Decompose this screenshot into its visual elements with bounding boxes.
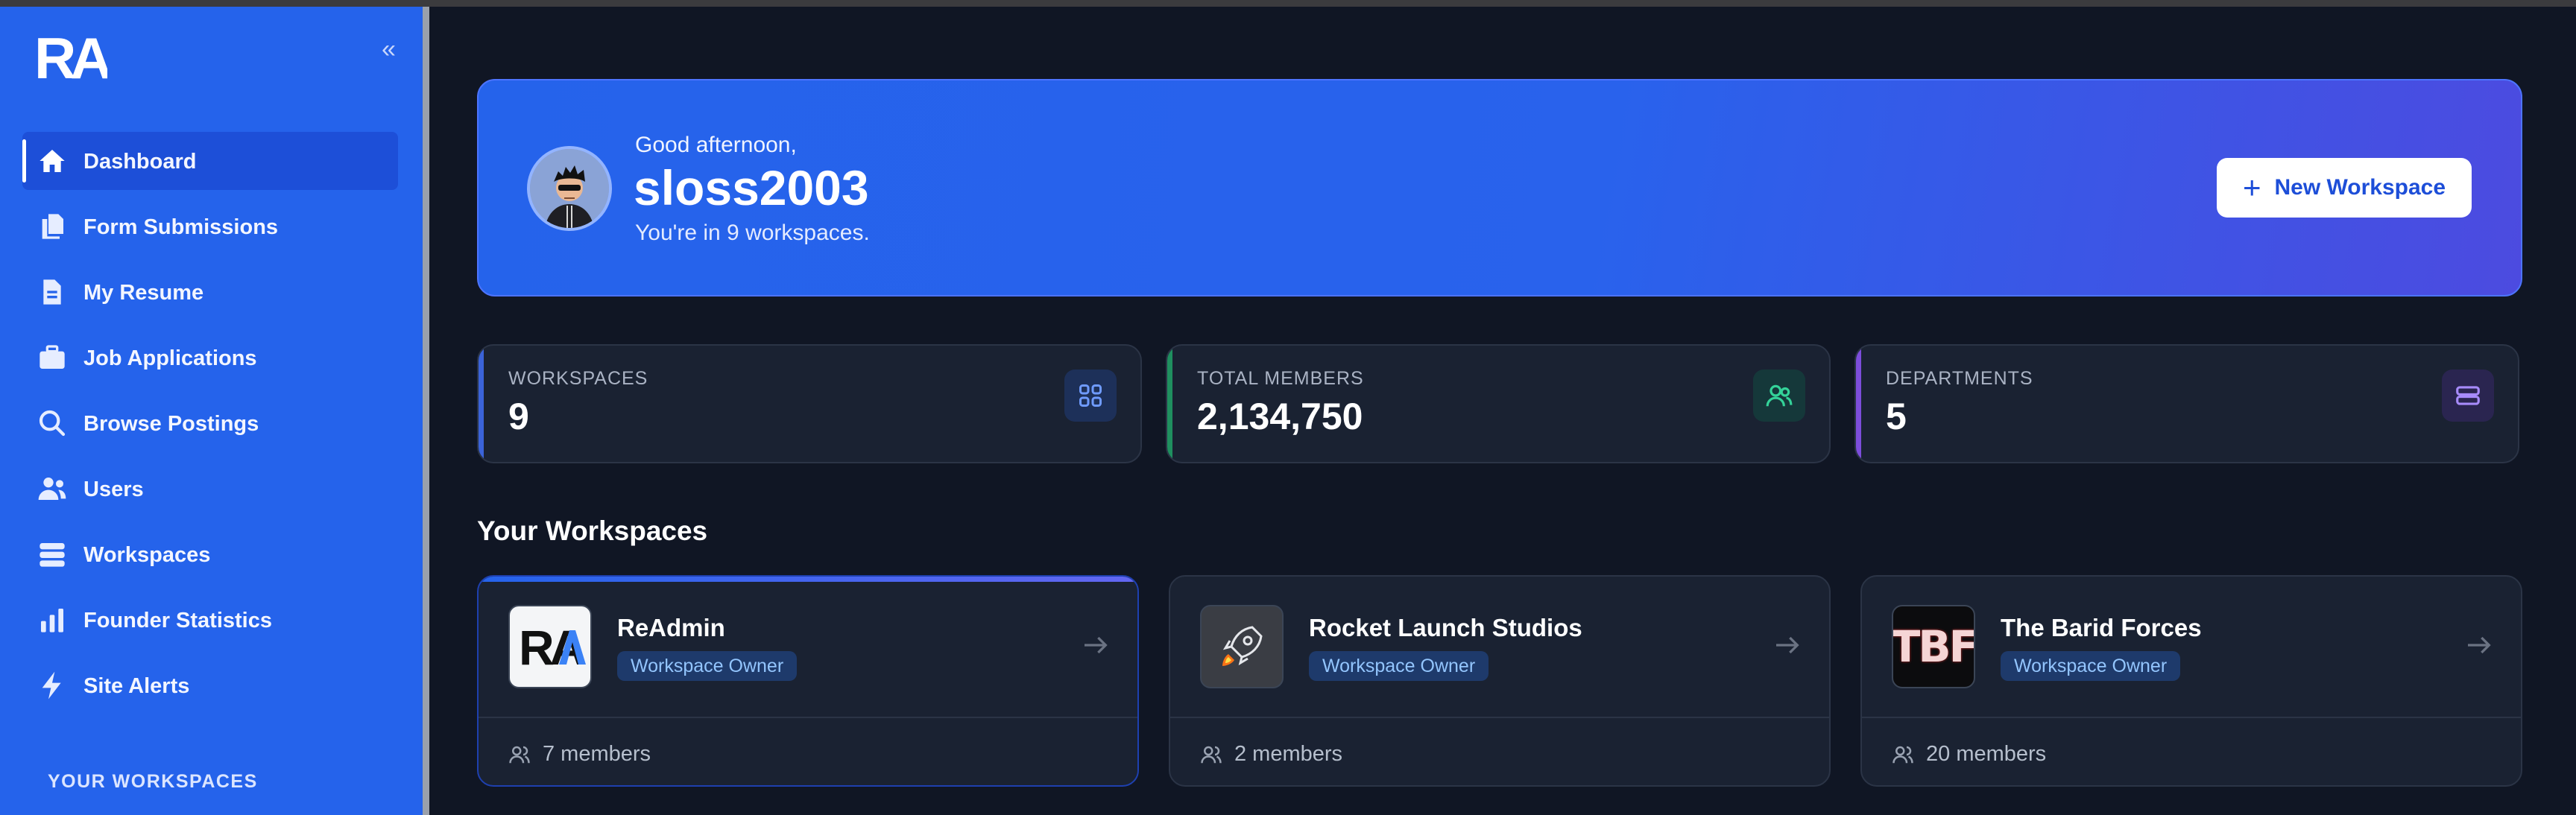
plus-icon: + bbox=[2242, 170, 2261, 205]
sidebar-item-label: Dashboard bbox=[83, 150, 197, 174]
workspace-card-rocket-launch-studios[interactable]: Rocket Launch Studios Workspace Owner 2 … bbox=[1169, 575, 1831, 787]
grid-icon bbox=[1064, 370, 1117, 422]
database-icon bbox=[40, 543, 65, 567]
username-heading: sloss2003 bbox=[634, 160, 869, 215]
workspace-card-readmin[interactable]: RA ReAdmin Workspace Owner 7 members bbox=[477, 575, 1139, 787]
window-top-bar bbox=[0, 0, 2576, 7]
sidebar-item-site-alerts[interactable]: Site Alerts bbox=[22, 656, 398, 714]
arrow-right-icon[interactable] bbox=[1772, 630, 1802, 660]
sidebar-item-browse-postings[interactable]: Browse Postings bbox=[22, 394, 398, 452]
workspace-count-text: You're in 9 workspaces. bbox=[635, 221, 870, 245]
database-icon bbox=[2442, 370, 2494, 422]
home-icon bbox=[40, 150, 65, 172]
stat-label: TOTAL MEMBERS bbox=[1197, 368, 1364, 389]
member-count-text: 7 members bbox=[543, 742, 651, 766]
sidebar-item-my-resume[interactable]: My Resume bbox=[22, 263, 398, 321]
new-workspace-label: New Workspace bbox=[2274, 175, 2446, 200]
your-workspaces-heading: Your Workspaces bbox=[477, 516, 708, 546]
sidebar-item-label: My Resume bbox=[83, 281, 204, 305]
users-icon bbox=[1201, 746, 1222, 763]
stat-card-departments: DEPARTMENTS 5 bbox=[1854, 344, 2519, 463]
new-workspace-button[interactable]: + New Workspace bbox=[2217, 158, 2472, 218]
workspace-logo: TBF bbox=[1892, 605, 1975, 688]
member-count: 2 members bbox=[1200, 742, 1342, 767]
sidebar-item-job-applications[interactable]: Job Applications bbox=[22, 329, 398, 387]
selected-indicator bbox=[479, 577, 1137, 582]
stat-value: 5 bbox=[1886, 396, 1907, 437]
card-divider bbox=[479, 717, 1137, 718]
stat-value: 9 bbox=[508, 396, 529, 437]
documents-icon bbox=[42, 214, 63, 239]
member-count-text: 20 members bbox=[1926, 742, 2047, 766]
welcome-banner: Good afternoon, sloss2003 You're in 9 wo… bbox=[477, 79, 2522, 296]
app-logo[interactable]: RA bbox=[34, 25, 117, 91]
briefcase-icon bbox=[40, 345, 65, 369]
svg-text:RA: RA bbox=[34, 31, 107, 84]
role-badge: Workspace Owner bbox=[617, 651, 798, 681]
arrow-right-icon[interactable] bbox=[1081, 630, 1111, 660]
member-count: 20 members bbox=[1892, 742, 2046, 767]
stat-accent-bar bbox=[1856, 346, 1861, 462]
sidebar-item-label: Browse Postings bbox=[83, 412, 259, 436]
workspace-card-the-barid-forces[interactable]: TBF The Barid Forces Workspace Owner 20 … bbox=[1860, 575, 2522, 787]
stat-value: 2,134,750 bbox=[1197, 396, 1363, 437]
stat-label: WORKSPACES bbox=[508, 368, 648, 389]
stat-accent-bar bbox=[1167, 346, 1172, 462]
users-icon bbox=[38, 478, 66, 500]
sidebar-item-form-submissions[interactable]: Form Submissions bbox=[22, 197, 398, 256]
sidebar-item-label: Workspaces bbox=[83, 543, 211, 567]
role-badge: Workspace Owner bbox=[2001, 651, 2181, 681]
collapse-sidebar-icon[interactable]: « bbox=[382, 37, 396, 62]
member-count-text: 2 members bbox=[1234, 742, 1343, 766]
avatar[interactable] bbox=[527, 146, 612, 231]
users-icon bbox=[1753, 370, 1805, 422]
sidebar-item-dashboard[interactable]: Dashboard bbox=[22, 132, 398, 190]
workspace-name: The Barid Forces bbox=[2001, 614, 2202, 641]
sidebar-scrollbar[interactable] bbox=[423, 7, 429, 815]
card-divider bbox=[1170, 717, 1829, 718]
stat-card-workspaces: WORKSPACES 9 bbox=[477, 344, 1142, 463]
workspace-name: Rocket Launch Studios bbox=[1309, 614, 1582, 641]
greeting-text: Good afternoon, bbox=[635, 133, 797, 157]
stat-card-total-members: TOTAL MEMBERS 2,134,750 bbox=[1166, 344, 1831, 463]
sidebar-item-label: Site Alerts bbox=[83, 674, 190, 698]
workspace-logo: RA bbox=[508, 605, 592, 688]
sidebar: RA « Dashboard Form Submissions My Resum… bbox=[0, 7, 423, 815]
your-workspaces-section-label: YOUR WORKSPACES bbox=[48, 771, 258, 792]
users-icon bbox=[1892, 746, 1913, 763]
sidebar-item-founder-statistics[interactable]: Founder Statistics bbox=[22, 591, 398, 649]
stat-accent-bar bbox=[479, 346, 484, 462]
sidebar-item-label: Job Applications bbox=[83, 346, 257, 370]
workspace-name: ReAdmin bbox=[617, 614, 725, 641]
arrow-right-icon[interactable] bbox=[2464, 630, 2494, 660]
card-divider bbox=[1862, 717, 2521, 718]
rocket-icon bbox=[1200, 605, 1284, 688]
bolt-icon bbox=[42, 671, 61, 700]
sidebar-item-users[interactable]: Users bbox=[22, 460, 398, 518]
role-badge: Workspace Owner bbox=[1309, 651, 1489, 681]
sidebar-item-workspaces[interactable]: Workspaces bbox=[22, 525, 398, 583]
bar-chart-icon bbox=[41, 609, 63, 632]
file-icon bbox=[43, 279, 61, 305]
stat-label: DEPARTMENTS bbox=[1886, 368, 2033, 389]
users-icon bbox=[509, 746, 530, 763]
search-icon bbox=[39, 410, 66, 437]
sidebar-item-label: Users bbox=[83, 478, 144, 501]
sidebar-item-label: Form Submissions bbox=[83, 215, 279, 239]
sidebar-item-label: Founder Statistics bbox=[83, 609, 272, 632]
member-count: 7 members bbox=[508, 742, 651, 767]
